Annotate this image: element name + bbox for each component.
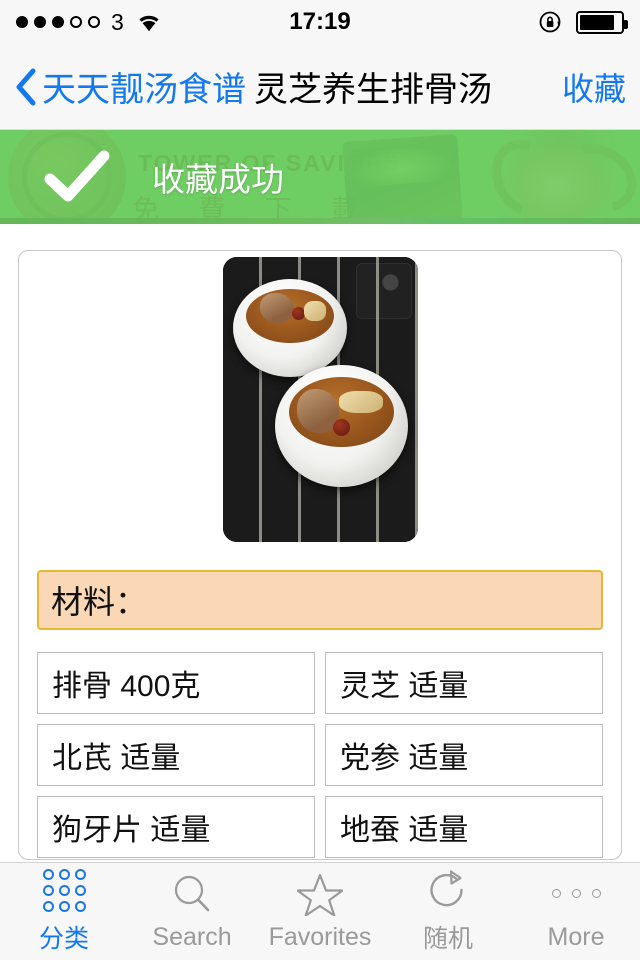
signal-dot — [88, 16, 100, 28]
check-icon — [44, 150, 110, 202]
ingredient-item[interactable]: 北芪 适量 — [37, 724, 315, 786]
tab-random[interactable]: 随机 — [384, 863, 512, 960]
battery-icon — [576, 10, 628, 34]
ingredient-item[interactable]: 党参 适量 — [325, 724, 603, 786]
tab-categories[interactable]: 分类 — [0, 863, 128, 960]
grid-icon — [42, 868, 86, 912]
wifi-icon — [139, 15, 159, 31]
soup-liquid — [288, 377, 394, 447]
app-screen: 3 17:19 天天靓汤食谱 灵芝养生排骨汤 收藏 收藏成功 材料： 排骨 40… — [0, 0, 640, 960]
search-icon — [170, 872, 214, 916]
star-icon — [297, 872, 343, 916]
tab-more[interactable]: More — [512, 863, 640, 960]
signal-dot — [70, 16, 82, 28]
status-bar-right — [538, 9, 628, 35]
tab-bar: 分类 Search Favorites 随机 More — [0, 862, 640, 960]
status-bar-left: 3 — [16, 9, 538, 36]
signal-dot — [52, 16, 64, 28]
soup-bowl-back — [232, 279, 347, 377]
back-button[interactable]: 天天靓汤食谱 — [14, 62, 246, 111]
ingredient-item[interactable]: 狗牙片 适量 — [37, 796, 315, 858]
tab-favorites-label: Favorites — [268, 922, 372, 951]
tab-search-label: Search — [152, 922, 232, 951]
pork-rib-piece — [259, 293, 294, 323]
signal-dot — [16, 16, 28, 28]
recipe-card: 材料： 排骨 400克 灵芝 适量 北芪 适量 党参 适量 狗牙片 适量 地蚕 … — [18, 250, 622, 860]
ingredient-item[interactable]: 地蚕 适量 — [325, 796, 603, 858]
success-toast: 收藏成功 — [0, 130, 640, 224]
ingredient-grid: 排骨 400克 灵芝 适量 北芪 适量 党参 适量 狗牙片 适量 地蚕 适量 — [37, 652, 603, 858]
refresh-icon — [426, 868, 470, 912]
chevron-left-icon — [16, 68, 36, 105]
page-title: 灵芝养生排骨汤 — [254, 71, 492, 109]
signal-dot — [34, 16, 46, 28]
tab-random-label: 随机 — [422, 925, 473, 953]
toast-message: 收藏成功 — [152, 161, 284, 198]
materials-section-title: 材料： — [51, 584, 148, 620]
tab-categories-label: 分类 — [38, 925, 89, 953]
tab-more-label: More — [547, 922, 605, 951]
red-date-piece — [291, 307, 305, 320]
carrier-label: 3 — [111, 8, 124, 35]
ingredient-item[interactable]: 灵芝 适量 — [325, 652, 603, 714]
herb-piece — [338, 391, 383, 413]
signal-strength-dots — [16, 16, 100, 28]
soup-liquid — [245, 289, 334, 343]
herb-piece — [303, 301, 326, 321]
photo-watermark — [355, 263, 412, 319]
more-dots-icon — [551, 872, 601, 916]
navigation-bar: 天天靓汤食谱 灵芝养生排骨汤 收藏 — [0, 44, 640, 130]
status-bar: 3 17:19 — [0, 0, 640, 44]
recipe-photo-wrap — [19, 251, 621, 542]
recipe-photo[interactable] — [222, 257, 418, 542]
ingredient-item[interactable]: 排骨 400克 — [37, 652, 315, 714]
rotation-lock-icon — [539, 11, 561, 33]
tab-search[interactable]: Search — [128, 863, 256, 960]
materials-section-header: 材料： — [37, 570, 603, 630]
red-date-piece — [332, 419, 350, 436]
soup-bowl-front — [274, 365, 408, 487]
favorite-button[interactable]: 收藏 — [562, 64, 626, 110]
tab-favorites[interactable]: Favorites — [256, 863, 384, 960]
back-button-label: 天天靓汤食谱 — [42, 71, 246, 109]
ad-banner[interactable]: TOWER OF SAVIORS 免 費 下 載 收藏成功 — [0, 130, 640, 224]
